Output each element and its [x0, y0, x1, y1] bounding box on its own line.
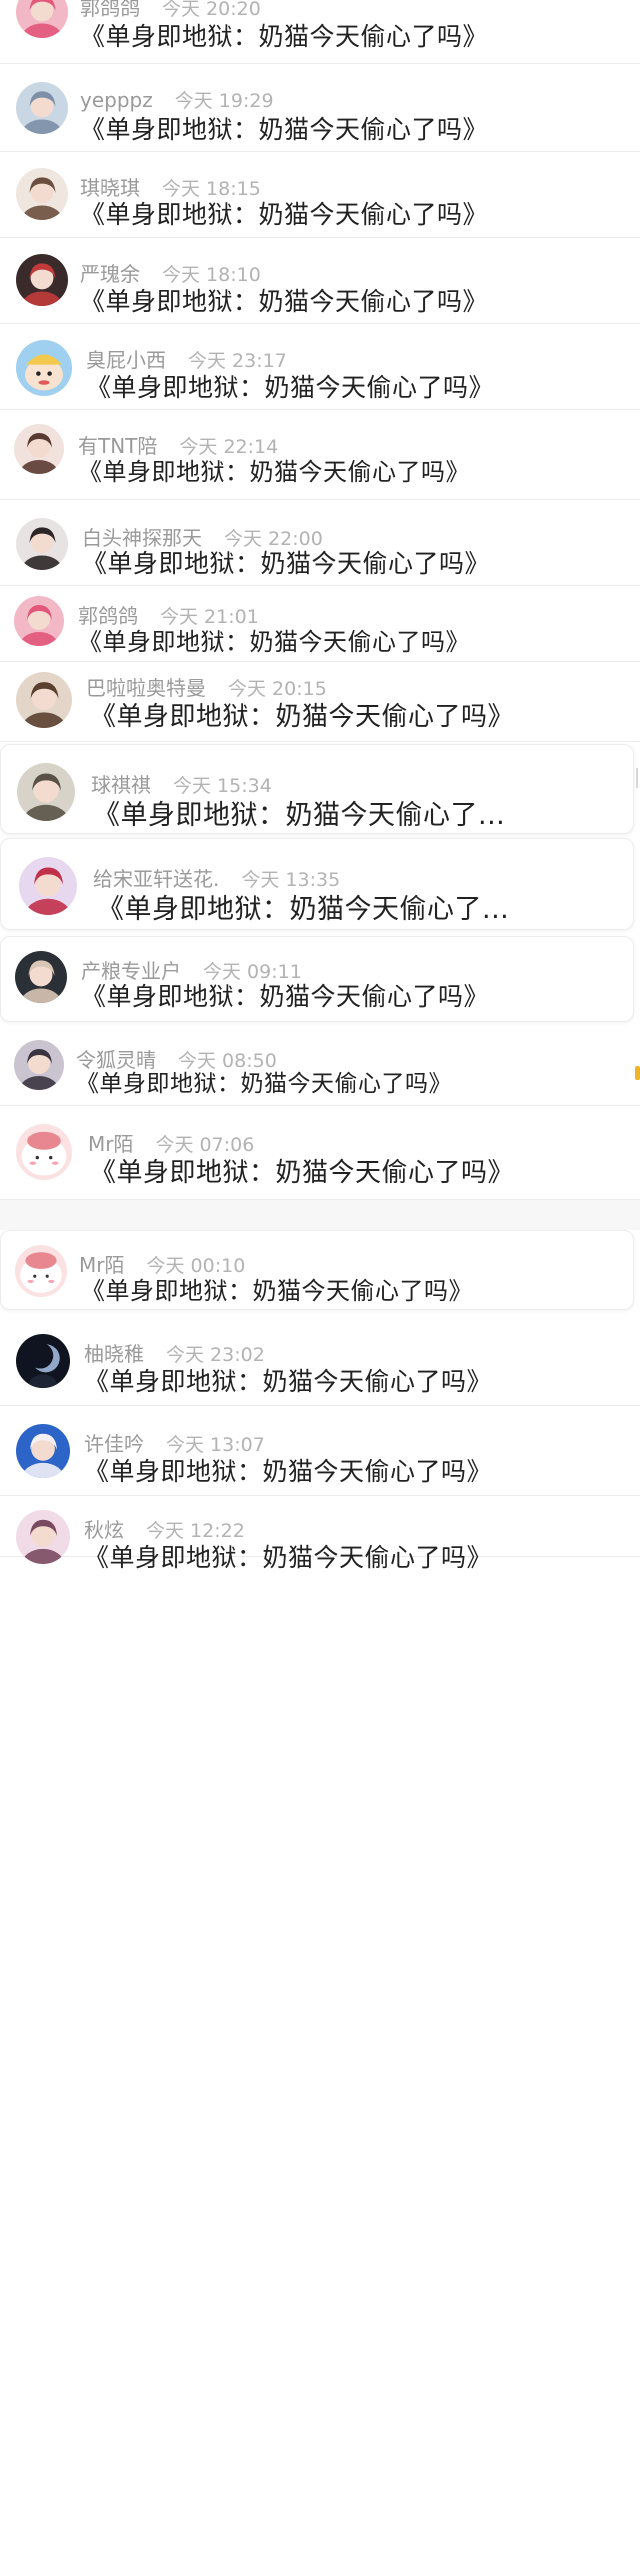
stage-performer-avatar[interactable]: [19, 857, 77, 915]
pink-hair-girl-avatar[interactable]: [16, 0, 68, 38]
comment-row[interactable]: Mr陌 今天 00:10 《单身即地狱：奶猫今天偷心了吗》: [0, 1230, 634, 1310]
girl-dark-hair-avatar[interactable]: [16, 518, 68, 570]
girl-smile-avatar[interactable]: [14, 424, 64, 474]
comment-text: 《单身即地狱：奶猫今天偷心了吗》: [84, 1367, 493, 1396]
comment-text: 《单身即地狱：奶猫今天偷心了吗》: [82, 549, 491, 578]
girl-portrait-avatar[interactable]: [16, 168, 68, 220]
comment-text: 《单身即地狱：奶猫今天偷心了吗》: [78, 628, 470, 656]
comment-meta: yepppz 今天 19:29: [80, 86, 274, 113]
comment-row[interactable]: 许佳吟 今天 13:07 《单身即地狱：奶猫今天偷心了吗》: [0, 1406, 640, 1496]
comment-text: 《单身即地狱：奶猫今天偷心了吗》: [80, 287, 489, 316]
comment-text: 《单身即地狱：奶猫今天偷心了吗》: [84, 1457, 493, 1486]
comment-row[interactable]: 球祺祺 今天 15:34 《单身即地狱：奶猫今天偷心了...: [0, 744, 634, 834]
username[interactable]: yepppz: [80, 88, 153, 112]
comment-row[interactable]: yepppz 今天 19:29 《单身即地狱：奶猫今天偷心了吗》: [0, 64, 640, 152]
comment-text: 《单身即地狱：奶猫今天偷心了吗》: [80, 22, 489, 51]
comment-row[interactable]: 臭屁小西 今天 23:17 《单身即地狱：奶猫今天偷心了吗》: [0, 324, 640, 410]
night-moon-avatar[interactable]: [16, 1334, 70, 1388]
pink-bunny-avatar[interactable]: [16, 1124, 72, 1180]
comment-row[interactable]: 郭鸽鸽 今天 20:20 《单身即地狱：奶猫今天偷心了吗》: [0, 0, 640, 64]
comment-row[interactable]: 郭鸽鸽 今天 21:01 《单身即地狱：奶猫今天偷心了吗》: [0, 586, 640, 662]
comment-row[interactable]: 巴啦啦奥特曼 今天 20:15 《单身即地狱：奶猫今天偷心了吗》: [0, 662, 640, 742]
idol-girl-avatar[interactable]: [16, 1424, 70, 1478]
comment-row[interactable]: 有TNT陪 今天 22:14 《单身即地狱：奶猫今天偷心了吗》: [0, 410, 640, 500]
comment-text: 《单身即地狱：奶猫今天偷心了吗》: [80, 115, 489, 144]
comment-text: 《单身即地狱：奶猫今天偷心了吗》: [90, 1158, 515, 1188]
scroll-edge-indicator[interactable]: [636, 768, 638, 788]
comment-text: 《单身即地狱：奶猫今天偷心了吗》: [76, 1071, 452, 1097]
boy-hand-face-avatar[interactable]: [16, 672, 72, 728]
comment-row[interactable]: 琪晓琪 今天 18:15 《单身即地狱：奶猫今天偷心了吗》: [0, 152, 640, 238]
cartoon-boy-avatar[interactable]: [16, 340, 72, 396]
comment-text: 《单身即地狱：奶猫今天偷心了吗》: [78, 458, 470, 486]
comment-feed: 郭鸽鸽 今天 20:20 《单身即地狱：奶猫今天偷心了吗》 yepppz 今天 19:2…: [0, 0, 640, 2557]
comment-row[interactable]: 白头神探那天 今天 22:00 《单身即地狱：奶猫今天偷心了吗》: [0, 500, 640, 586]
comment-row[interactable]: 产粮专业户 今天 09:11 《单身即地狱：奶猫今天偷心了吗》: [0, 936, 634, 1022]
pink-bunny-avatar[interactable]: [15, 1245, 67, 1297]
comment-row[interactable]: Mr陌 今天 07:06 《单身即地狱：奶猫今天偷心了吗》: [0, 1106, 640, 1200]
girl-pink-avatar[interactable]: [16, 1510, 70, 1564]
man-sitting-avatar[interactable]: [17, 763, 75, 821]
girl-red-top-avatar[interactable]: [16, 254, 68, 306]
comment-text: 《单身即地狱：奶猫今天偷心了吗》: [80, 200, 489, 229]
man-jacket-avatar[interactable]: [14, 1040, 64, 1090]
comment-row[interactable]: 柚晓稚 今天 23:02 《单身即地狱：奶猫今天偷心了吗》: [0, 1316, 640, 1406]
comment-text: 《单身即地狱：奶猫今天偷心了吗》: [81, 982, 490, 1011]
comment-row[interactable]: 严瑰余 今天 18:10 《单身即地狱：奶猫今天偷心了吗》: [0, 238, 640, 324]
comment-text: 《单身即地狱：奶猫今天偷心了吗》: [84, 1543, 493, 1572]
comment-text: 《单身即地狱：奶猫今天偷心了...: [93, 800, 506, 831]
comment-text: 《单身即地狱：奶猫今天偷心了吗》: [86, 373, 495, 402]
timestamp: 今天 19:29: [174, 90, 274, 112]
comment-text: 《单身即地狱：奶猫今天偷心了吗》: [81, 1277, 473, 1305]
comment-text: 《单身即地狱：奶猫今天偷心了吗》: [90, 702, 515, 732]
edge-highlight-icon: [635, 1066, 640, 1080]
comment-row[interactable]: 令狐灵晴 今天 08:50 《单身即地狱：奶猫今天偷心了吗》: [0, 1028, 640, 1106]
comment-row[interactable]: 秋炫 今天 12:22 《单身即地狱：奶猫今天偷心了吗》: [0, 1496, 640, 1572]
section-divider: [0, 1200, 640, 1230]
pink-hair-girl-avatar[interactable]: [14, 596, 64, 646]
comment-row[interactable]: 给宋亚轩送花. 今天 13:35 《单身即地狱：奶猫今天偷心了...: [0, 838, 634, 930]
window-selfie-avatar[interactable]: [16, 82, 68, 134]
comment-text: 《单身即地狱：奶猫今天偷心了...: [97, 894, 510, 925]
man-suit-avatar[interactable]: [15, 951, 67, 1003]
